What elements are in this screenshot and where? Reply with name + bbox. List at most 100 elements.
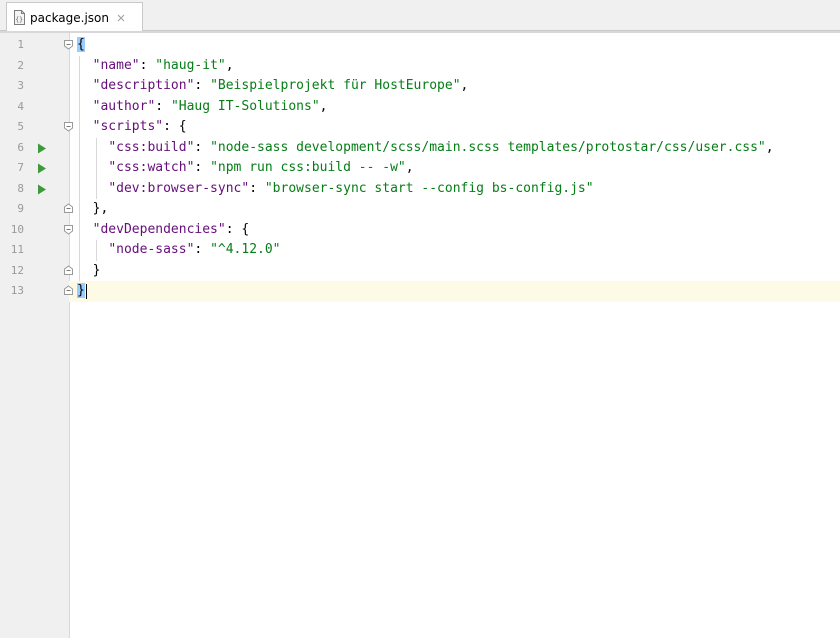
json-string: "Beispielprojekt für HostEurope" — [210, 78, 461, 93]
json-punctuation: }, — [77, 201, 109, 216]
json-punctuation: { — [77, 37, 85, 52]
gutter-cell: 2 — [0, 56, 69, 77]
code-line[interactable]: 4 "author": "Haug IT-Solutions", — [0, 97, 840, 118]
code-text: "description": "Beispielprojekt für Host… — [77, 78, 469, 94]
json-key: "node-sass" — [108, 242, 195, 257]
json-punctuation: : — [139, 57, 156, 73]
code-text: "node-sass": "^4.12.0" — [77, 242, 281, 258]
fold-toggle-icon[interactable] — [63, 121, 74, 132]
line-number: 12 — [10, 263, 24, 277]
json-punctuation: : { — [225, 221, 250, 237]
code-line[interactable]: 11 "node-sass": "^4.12.0" — [0, 240, 840, 261]
tab-package-json[interactable]: {} package.json — [6, 2, 143, 32]
gutter-cell: 6 — [0, 138, 69, 159]
line-number: 1 — [17, 38, 24, 51]
code-line[interactable]: 6 "css:build": "node-sass development/sc… — [0, 138, 840, 159]
json-punctuation: : — [194, 160, 211, 175]
line-number: 9 — [17, 202, 24, 215]
fold-toggle-icon[interactable] — [63, 264, 74, 276]
json-key: "devDependencies" — [92, 221, 226, 237]
json-key: "description" — [92, 78, 195, 93]
indent-guide — [96, 240, 97, 261]
svg-text:{}: {} — [15, 16, 23, 24]
line-number: 6 — [17, 140, 24, 154]
code-text: "css:watch": "npm run css:build -- -w", — [77, 160, 413, 176]
code-text: } — [77, 283, 85, 299]
json-punctuation: : — [194, 242, 211, 257]
code-line[interactable]: 12 } — [0, 261, 840, 282]
gutter-cell: 4 — [0, 97, 69, 118]
json-punctuation: } — [77, 283, 85, 298]
json-punctuation: : — [155, 98, 171, 114]
code-text: } — [77, 262, 101, 279]
gutter-cell: 7 — [0, 158, 69, 179]
json-punctuation: } — [77, 262, 101, 278]
code-line[interactable]: 5 "scripts": { — [0, 117, 840, 138]
fold-toggle-icon[interactable] — [63, 39, 74, 50]
json-file-icon: {} — [13, 10, 26, 25]
gutter-cell: 8 — [0, 179, 69, 200]
code-line[interactable]: 10 "devDependencies": { — [0, 220, 840, 241]
ide-window: {} package.json 1{2 "name": "haug-it", 3 … — [0, 0, 840, 638]
code-line[interactable]: 8 "dev:browser-sync": "browser-sync star… — [0, 179, 840, 200]
code-text: }, — [77, 201, 109, 217]
code-text: "css:build": "node-sass development/scss… — [77, 139, 773, 156]
fold-toggle-icon[interactable] — [63, 203, 74, 214]
run-script-icon[interactable] — [37, 184, 47, 195]
indent-guide — [96, 137, 97, 199]
json-string: "^4.12.0" — [210, 242, 281, 257]
code-text: "scripts": { — [77, 119, 187, 135]
code-line[interactable]: 13} — [0, 281, 840, 302]
editor-tab-bar: {} package.json — [0, 0, 840, 32]
json-punctuation — [77, 160, 108, 175]
code-line[interactable]: 9 }, — [0, 199, 840, 220]
code-line[interactable]: 7 "css:watch": "npm run css:build -- -w"… — [0, 158, 840, 179]
code-line[interactable]: 3 "description": "Beispielprojekt für Ho… — [0, 76, 840, 97]
code-editor[interactable]: 1{2 "name": "haug-it", 3 "description": "… — [0, 33, 840, 638]
json-key: "scripts" — [92, 119, 164, 134]
code-text: "name": "haug-it", — [77, 58, 234, 74]
json-punctuation — [77, 242, 108, 257]
json-string: "haug-it" — [155, 57, 226, 73]
json-punctuation: : { — [163, 119, 187, 134]
json-key: "css:build" — [108, 139, 195, 155]
json-punctuation: : — [249, 180, 265, 196]
code-text: "devDependencies": { — [77, 221, 250, 238]
json-string: "browser-sync start --config bs-config.j… — [264, 180, 594, 196]
gutter-cell: 11 — [0, 240, 69, 261]
code-text: { — [77, 37, 85, 53]
line-number: 11 — [10, 243, 24, 256]
run-script-icon[interactable] — [37, 143, 47, 154]
text-caret — [86, 284, 87, 299]
close-icon[interactable] — [116, 13, 126, 23]
gutter-cell: 13 — [0, 281, 73, 302]
json-string: "Haug IT-Solutions" — [170, 98, 320, 114]
fold-toggle-icon[interactable] — [63, 285, 74, 296]
gutter-cell: 3 — [0, 76, 69, 97]
tab-label: package.json — [30, 10, 110, 25]
json-punctuation: , — [319, 98, 328, 114]
json-string: "node-sass development/scss/main.scss te… — [210, 139, 766, 155]
code-line[interactable]: 2 "name": "haug-it", — [0, 56, 840, 77]
code-text: "author": "Haug IT-Solutions", — [77, 98, 328, 115]
line-number: 10 — [10, 222, 24, 236]
run-script-icon[interactable] — [37, 163, 47, 174]
gutter-cell: 5 — [0, 117, 73, 138]
code-line[interactable]: 1{ — [0, 35, 840, 56]
json-key: "author" — [92, 98, 156, 114]
json-key: "css:watch" — [108, 160, 195, 175]
gutter-cell: 12 — [0, 261, 73, 282]
line-number: 7 — [17, 161, 24, 174]
json-punctuation: , — [460, 78, 469, 93]
json-punctuation — [77, 181, 108, 196]
gutter-cell: 10 — [0, 220, 73, 241]
line-number: 3 — [17, 79, 24, 92]
json-punctuation: : — [194, 78, 211, 93]
json-punctuation: : — [194, 139, 211, 155]
line-number: 8 — [17, 181, 24, 195]
code-text: "dev:browser-sync": "browser-sync start … — [77, 180, 594, 197]
line-number: 4 — [17, 99, 24, 113]
json-string: "npm run css:build -- -w" — [210, 160, 406, 175]
fold-toggle-icon[interactable] — [63, 224, 74, 235]
json-punctuation: , — [225, 57, 234, 73]
